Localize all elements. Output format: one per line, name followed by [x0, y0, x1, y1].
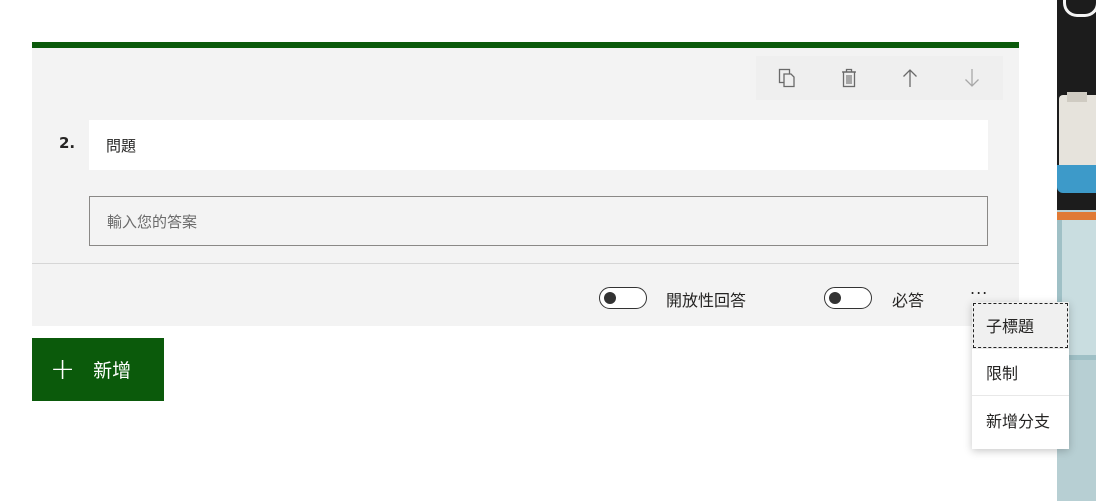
menu-item-add-branching[interactable]: 新增分支 [972, 396, 1069, 443]
menu-item-restrictions[interactable]: 限制 [972, 349, 1069, 396]
arrow-up-icon [903, 69, 918, 87]
question-card[interactable]: 2. 問題 輸入您的答案 開放性回答 必答 ... [32, 42, 1019, 326]
toggle-knob [829, 291, 841, 304]
add-question-button[interactable]: + 新增 [32, 338, 164, 401]
copy-question-button[interactable] [756, 56, 818, 100]
copy-icon [778, 68, 795, 88]
trash-icon [841, 68, 856, 88]
toggle-knob [604, 291, 616, 304]
required-toggle[interactable] [824, 287, 872, 309]
answer-field[interactable]: 輸入您的答案 [89, 196, 988, 246]
move-up-button[interactable] [880, 56, 942, 100]
more-options-button[interactable]: ... [970, 279, 988, 298]
add-button-label: 新增 [93, 360, 132, 382]
long-answer-label: 開放性回答 [666, 291, 747, 310]
question-toolbar [756, 56, 1003, 100]
more-options-menu: 子標題 限制 新增分支 [972, 302, 1069, 449]
plus-icon: + [50, 351, 76, 387]
required-label: 必答 [892, 291, 925, 310]
question-options-row: 開放性回答 必答 ... [32, 264, 1019, 332]
delete-question-button[interactable] [818, 56, 880, 100]
long-answer-toggle[interactable] [599, 287, 647, 309]
question-title-input[interactable]: 問題 [89, 120, 988, 170]
question-number: 2. [59, 134, 76, 152]
arrow-down-icon [965, 69, 980, 87]
move-down-button[interactable] [941, 56, 1003, 100]
menu-item-subtitle[interactable]: 子標題 [972, 302, 1069, 349]
